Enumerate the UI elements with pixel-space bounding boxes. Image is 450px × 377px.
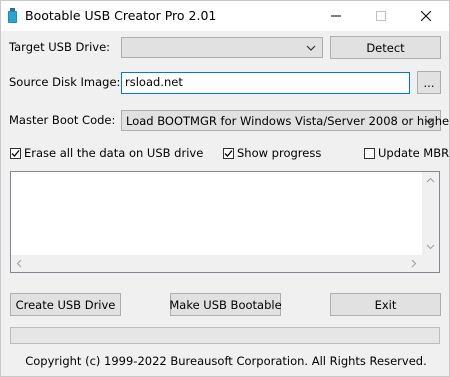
maximize-button[interactable] xyxy=(358,1,403,31)
chevron-down-icon xyxy=(424,118,434,124)
minimize-icon xyxy=(330,15,341,17)
scroll-right-icon[interactable] xyxy=(411,259,417,268)
checkbox-box[interactable] xyxy=(223,147,234,159)
vertical-scrollbar[interactable] xyxy=(422,172,439,255)
checkmark-icon xyxy=(11,149,20,157)
log-textarea[interactable] xyxy=(10,171,440,273)
horizontal-scrollbar[interactable] xyxy=(11,255,422,272)
update-mbr-checkbox[interactable]: Update MBR xyxy=(364,146,449,160)
exit-button[interactable]: Exit xyxy=(330,293,441,316)
create-usb-drive-button[interactable]: Create USB Drive xyxy=(10,293,121,316)
update-mbr-label: Update MBR xyxy=(378,146,450,160)
close-icon xyxy=(420,11,431,21)
copyright-text: Copyright (c) 1999-2022 Bureausoft Corpo… xyxy=(25,354,427,368)
checkbox-box[interactable] xyxy=(364,147,375,159)
chevron-down-icon xyxy=(306,45,316,51)
close-button[interactable] xyxy=(403,1,448,31)
detect-button[interactable]: Detect xyxy=(330,36,441,59)
progress-bar xyxy=(10,327,440,344)
browse-button[interactable]: ... xyxy=(417,71,441,94)
source-image-label: Source Disk Image: xyxy=(9,75,121,89)
title-bar[interactable]: Bootable USB Creator Pro 2.01 xyxy=(1,1,449,31)
boot-code-label: Master Boot Code: xyxy=(9,113,116,127)
source-image-input[interactable] xyxy=(122,73,405,91)
minimize-button[interactable] xyxy=(313,1,358,31)
source-image-field[interactable] xyxy=(121,72,410,94)
checkmark-icon xyxy=(224,149,233,157)
scroll-left-icon[interactable] xyxy=(16,259,22,268)
usb-drive-icon xyxy=(8,8,17,23)
make-usb-bootable-button[interactable]: Make USB Bootable xyxy=(169,293,282,316)
checkbox-box[interactable] xyxy=(10,147,21,159)
boot-code-value: Load BOOTMGR for Windows Vista/Server 20… xyxy=(126,114,450,128)
target-usb-dropdown[interactable] xyxy=(121,37,323,58)
target-usb-label: Target USB Drive: xyxy=(9,40,111,54)
scrollbar-corner xyxy=(422,255,439,272)
boot-code-dropdown[interactable]: Load BOOTMGR for Windows Vista/Server 20… xyxy=(121,110,450,131)
show-progress-checkbox[interactable]: Show progress xyxy=(223,146,321,160)
scroll-down-icon[interactable] xyxy=(426,244,435,250)
show-progress-label: Show progress xyxy=(237,146,322,160)
window-title: Bootable USB Creator Pro 2.01 xyxy=(25,8,217,23)
scroll-up-icon[interactable] xyxy=(426,177,435,183)
erase-data-checkbox[interactable]: Erase all the data on USB drive xyxy=(10,146,203,160)
erase-data-label: Erase all the data on USB drive xyxy=(24,146,204,160)
app-window: Bootable USB Creator Pro 2.01 Target USB… xyxy=(0,0,450,377)
maximize-icon xyxy=(375,11,386,21)
